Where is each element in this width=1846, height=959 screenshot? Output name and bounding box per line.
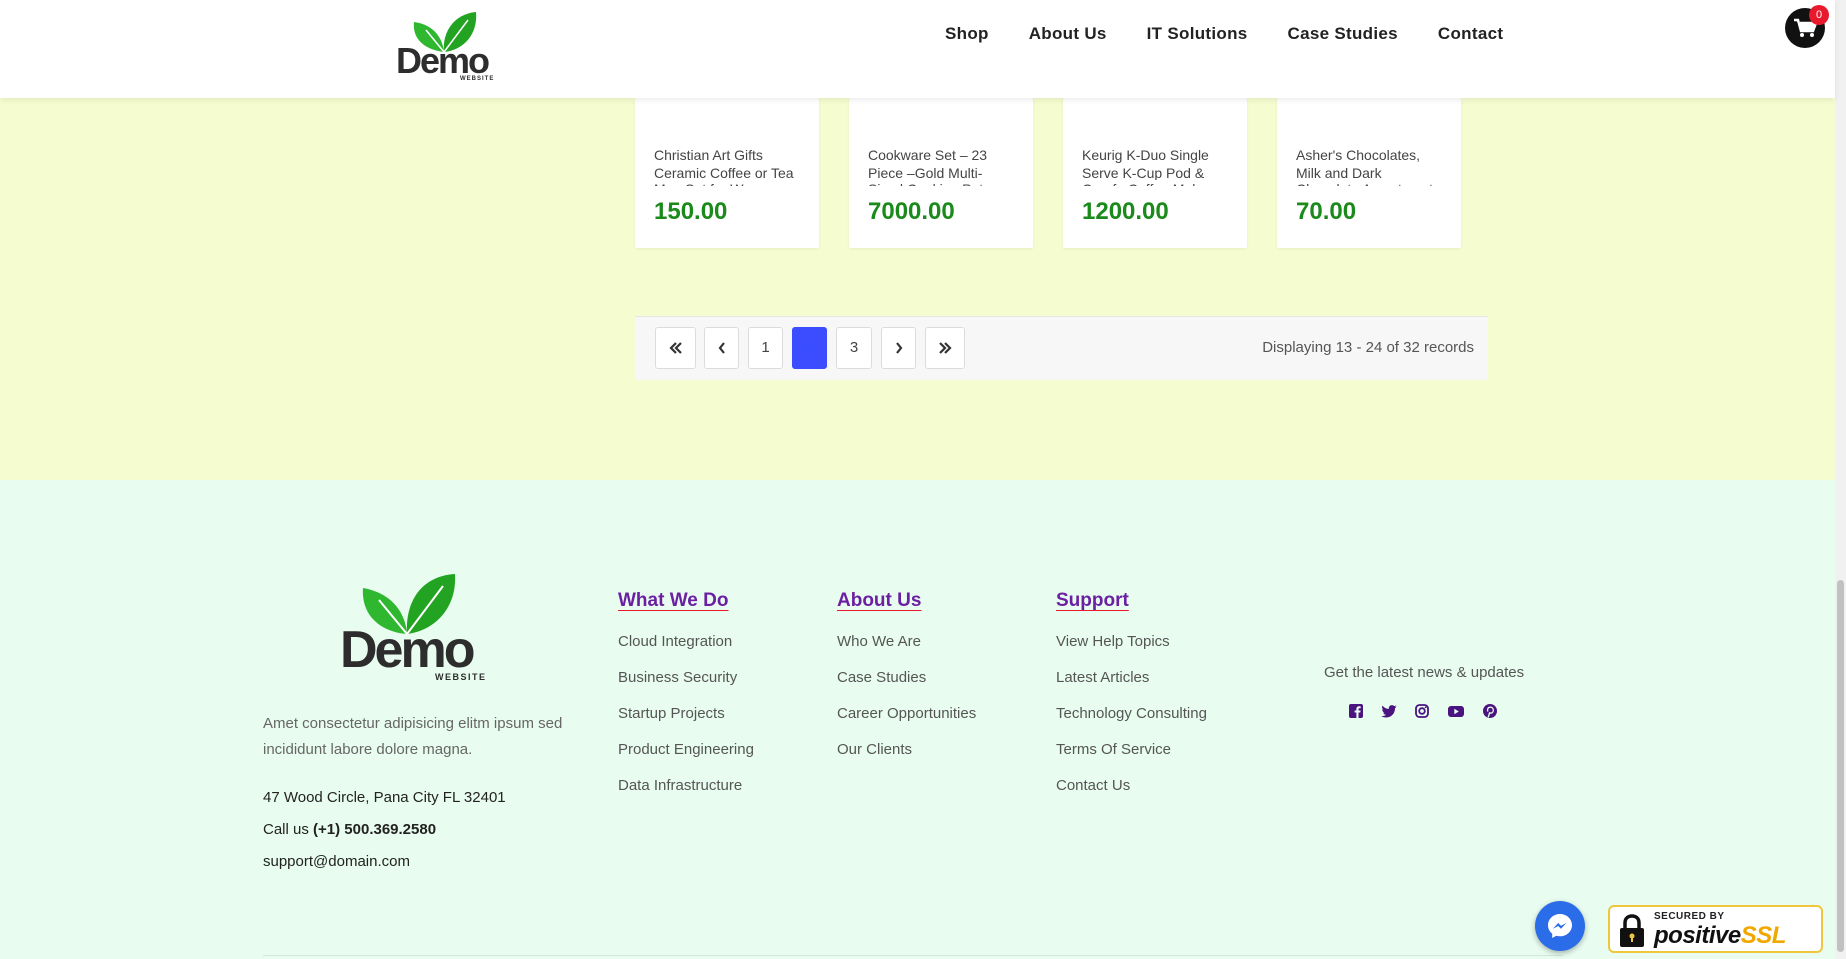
product-title-overflow: Carafe Coffee Maker [1082, 180, 1229, 186]
next-page-button[interactable] [881, 327, 916, 369]
product-price: 70.00 [1296, 198, 1357, 225]
footer-link[interactable]: Product Engineering [618, 742, 754, 778]
footer-link[interactable]: Technology Consulting [1056, 706, 1207, 742]
footer-link[interactable]: Career Opportunities [837, 706, 976, 742]
footer-link[interactable]: Business Security [618, 670, 754, 706]
logo-text: Demo [340, 621, 475, 679]
footer-column-support: Support View Help Topics Latest Articles… [1056, 590, 1207, 814]
messenger-chat-button[interactable] [1535, 901, 1585, 951]
pinterest-icon[interactable] [1482, 703, 1498, 719]
ssl-brand: positiveSSL [1654, 922, 1786, 950]
ssl-brand-ssl: SSL [1740, 922, 1787, 949]
product-title-overflow: Mug Set for Women [654, 180, 801, 186]
footer-link[interactable]: Cloud Integration [618, 634, 754, 670]
footer-column-title[interactable]: Support [1056, 590, 1207, 612]
product-title[interactable]: Keurig K-Duo Single Serve K-Cup Pod & [1082, 146, 1229, 180]
footer-link[interactable]: Terms Of Service [1056, 742, 1207, 778]
twitter-icon[interactable] [1381, 703, 1397, 719]
product-card[interactable]: Christian Art Gifts Ceramic Coffee or Te… [635, 98, 819, 248]
footer-column-title[interactable]: What We Do [618, 590, 754, 612]
ssl-badge[interactable]: SECURED BY positiveSSL [1608, 905, 1823, 953]
footer-link[interactable]: Latest Articles [1056, 670, 1207, 706]
footer-column-about-us: About Us Who We Are Case Studies Career … [837, 590, 976, 778]
ssl-secured-by: SECURED BY [1654, 911, 1725, 922]
first-page-button[interactable] [655, 327, 696, 369]
nav-it-solutions[interactable]: IT Solutions [1147, 24, 1248, 44]
footer-email[interactable]: support@domain.com [263, 853, 410, 870]
product-price: 1200.00 [1082, 198, 1169, 225]
product-title[interactable]: Asher's Chocolates, Milk and Dark [1296, 146, 1443, 180]
phone-number[interactable]: (+1) 500.369.2580 [313, 821, 436, 838]
page-scrollbar[interactable] [1835, 0, 1846, 959]
product-price: 150.00 [654, 198, 728, 225]
footer-link[interactable]: Contact Us [1056, 778, 1207, 814]
cart-count-badge: 0 [1809, 5, 1829, 25]
footer-link[interactable]: Who We Are [837, 634, 976, 670]
page-button[interactable]: 3 [836, 327, 872, 369]
nav-contact[interactable]: Contact [1438, 24, 1503, 44]
records-info: Displaying 13 - 24 of 32 records [1262, 339, 1474, 356]
logo-subtext: WEBSITE [435, 672, 487, 682]
chevron-left-icon [718, 342, 725, 354]
footer-phone: Call us (+1) 500.369.2580 [263, 821, 436, 838]
lock-icon [1620, 914, 1644, 947]
nav-shop[interactable]: Shop [945, 24, 989, 44]
nav-about-us[interactable]: About Us [1029, 24, 1107, 44]
footer-link[interactable]: Startup Projects [618, 706, 754, 742]
product-card[interactable]: Keurig K-Duo Single Serve K-Cup Pod & Ca… [1063, 98, 1247, 248]
footer-link[interactable]: Case Studies [837, 670, 976, 706]
pagination-bar: 1 2 3 Displaying 13 - 24 of 32 records [635, 316, 1488, 380]
footer-description: Amet consectetur adipisicing elitm ipsum… [263, 715, 563, 758]
newsletter-text: Get the latest news & updates [1324, 664, 1525, 681]
ssl-brand-positive: positive [1654, 922, 1741, 949]
page-button-active[interactable]: 2 [792, 327, 827, 369]
double-chevron-right-icon [939, 342, 952, 354]
product-title-overflow: Chocolate Assortment [1296, 180, 1443, 186]
scrollbar-thumb[interactable] [1837, 580, 1844, 952]
messenger-icon [1548, 914, 1572, 938]
nav-case-studies[interactable]: Case Studies [1288, 24, 1398, 44]
product-title[interactable]: Cookware Set – 23 Piece –Gold Multi- [868, 146, 1015, 180]
footer-logo[interactable]: Demo WEBSITE [340, 572, 500, 682]
facebook-icon[interactable] [1348, 703, 1364, 719]
product-card[interactable]: Cookware Set – 23 Piece –Gold Multi- Siz… [849, 98, 1033, 248]
product-title[interactable]: Christian Art Gifts Ceramic Coffee or Te… [654, 146, 801, 180]
footer-link[interactable]: Our Clients [837, 742, 976, 778]
double-chevron-left-icon [668, 342, 682, 354]
main-nav: Shop About Us IT Solutions Case Studies … [945, 24, 1503, 44]
logo-subtext: WEBSITE [460, 76, 495, 82]
footer-divider [263, 955, 1563, 956]
product-price: 7000.00 [868, 198, 955, 225]
product-grid: Christian Art Gifts Ceramic Coffee or Te… [635, 98, 1461, 248]
site-header: Demo WEBSITE Shop About Us IT Solutions … [0, 0, 1835, 98]
page-button[interactable]: 1 [748, 327, 783, 369]
prev-page-button[interactable] [704, 327, 739, 369]
call-prefix: Call us [263, 821, 314, 838]
footer-column-what-we-do: What We Do Cloud Integration Business Se… [618, 590, 754, 814]
footer-column-title[interactable]: About Us [837, 590, 976, 612]
instagram-icon[interactable] [1414, 703, 1430, 719]
cart-button[interactable]: 0 [1785, 5, 1829, 48]
chevron-right-icon [895, 342, 902, 354]
product-title-overflow: Sized Cooking Pots [868, 180, 1015, 186]
youtube-icon[interactable] [1447, 703, 1465, 719]
last-page-button[interactable] [925, 327, 965, 369]
site-logo[interactable]: Demo WEBSITE [396, 10, 496, 86]
social-links [1348, 703, 1498, 719]
footer-link[interactable]: Data Infrastructure [618, 778, 754, 814]
footer-link[interactable]: View Help Topics [1056, 634, 1207, 670]
product-card[interactable]: Asher's Chocolates, Milk and Dark Chocol… [1277, 98, 1461, 248]
footer-address: 47 Wood Circle, Pana City FL 32401 [263, 789, 506, 806]
